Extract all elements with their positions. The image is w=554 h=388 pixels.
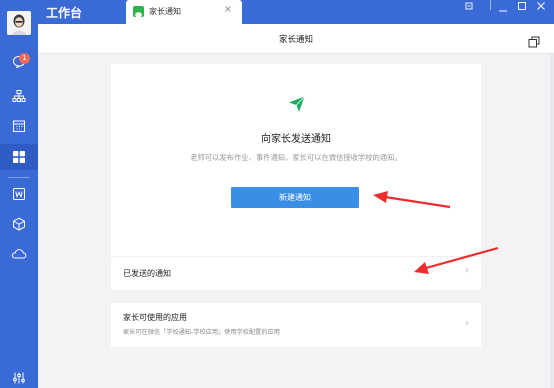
org-chart-icon[interactable] <box>9 86 29 106</box>
send-notice-card: 向家长发送通知 老师可以发布作业、事件通知，家长可以在微信接收学校的通知。 新建… <box>111 64 481 290</box>
sent-notices-link[interactable]: 已发送的通知 <box>123 268 171 279</box>
card-title: 向家长发送通知 <box>261 134 331 145</box>
page-header: 家长通知 <box>38 24 554 54</box>
pin-icon[interactable] <box>465 2 473 14</box>
chevron-right-icon[interactable]: › <box>465 318 469 329</box>
chevron-right-icon[interactable]: › <box>465 265 469 276</box>
cube-icon[interactable] <box>9 214 29 234</box>
cloud-icon[interactable] <box>9 244 29 264</box>
card-description: 老师可以发布作业、事件通知，家长可以在微信接收学校的通知。 <box>190 153 402 162</box>
close-icon[interactable]: × <box>224 4 232 15</box>
new-notice-button[interactable]: 新建通知 <box>231 187 359 208</box>
page-title: 家长通知 <box>278 35 313 45</box>
apps-title: 家长可使用的应用 <box>123 313 187 322</box>
apps-description: 家长可在微信「学校通知-学校应用」使用学校配置的应用 <box>123 329 280 336</box>
settings-sliders-icon[interactable] <box>9 368 29 388</box>
chat-bubble-icon <box>133 6 144 19</box>
unread-badge: 1 <box>19 53 30 64</box>
workbench-grid-icon[interactable] <box>9 147 29 167</box>
window-divider <box>490 0 491 10</box>
tab-parent-notice[interactable]: 家长通知 × <box>126 0 242 24</box>
workspace-title: 工作台 <box>46 6 83 20</box>
tab-label: 家长通知 <box>149 7 181 16</box>
calendar-icon[interactable] <box>9 116 29 136</box>
top-bar: 工作台 家长通知 × <box>38 0 554 24</box>
popout-window-icon[interactable] <box>528 33 540 48</box>
minimize-icon[interactable] <box>499 5 507 15</box>
left-rail: 1 <box>0 0 38 388</box>
divider <box>111 256 481 257</box>
maximize-icon[interactable] <box>518 2 526 13</box>
paper-plane-icon <box>287 94 307 114</box>
scrollbar[interactable] <box>550 54 554 388</box>
word-doc-icon[interactable] <box>9 184 29 204</box>
avatar[interactable] <box>7 11 31 35</box>
window-close-icon[interactable] <box>537 2 545 13</box>
parent-apps-card[interactable]: 家长可使用的应用 家长可在微信「学校通知-学校应用」使用学校配置的应用 › <box>111 303 481 347</box>
rail-divider <box>8 177 30 178</box>
